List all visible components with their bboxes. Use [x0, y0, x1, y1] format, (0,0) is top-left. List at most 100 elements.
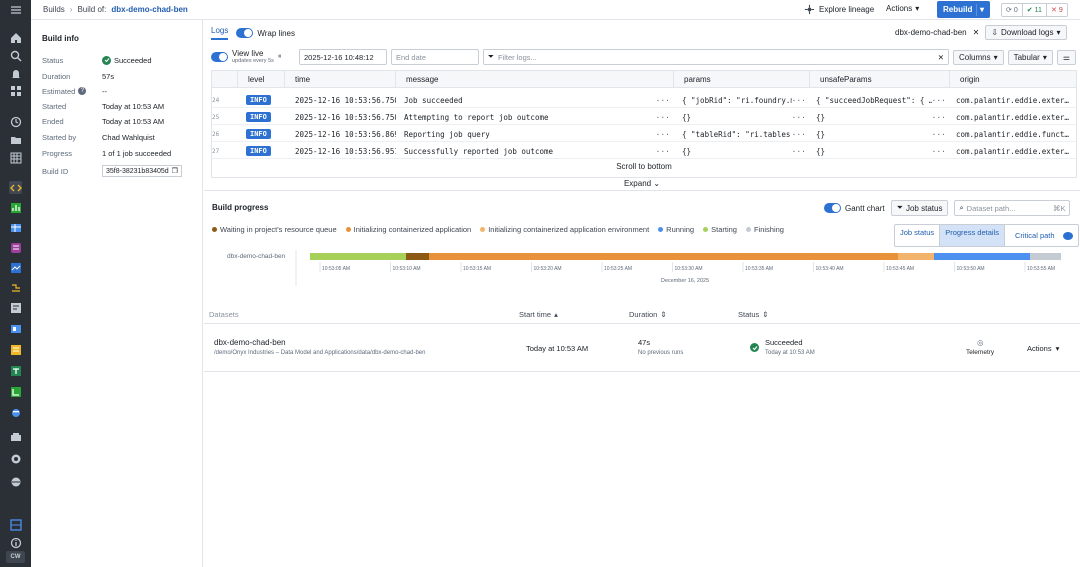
home-icon[interactable]: [9, 31, 22, 44]
build-id-field[interactable]: 35f8-38231b83405d ❐: [102, 165, 182, 177]
toggle-switch[interactable]: [211, 52, 228, 62]
notifications-icon[interactable]: [9, 67, 22, 80]
wrap-lines-toggle[interactable]: Wrap lines: [236, 28, 295, 38]
col-header-status[interactable]: Status ⇕: [738, 310, 769, 319]
col-header-message[interactable]: message: [396, 71, 674, 88]
table-icon[interactable]: [9, 221, 22, 234]
close-icon[interactable]: ✕: [973, 28, 980, 37]
search-icon[interactable]: [9, 49, 22, 62]
panel-icon[interactable]: [9, 518, 22, 531]
gantt-segment-finishing[interactable]: [1030, 253, 1061, 260]
breadcrumb-builds[interactable]: Builds: [43, 5, 65, 14]
col-header-params[interactable]: params: [674, 71, 810, 88]
globe-icon[interactable]: [9, 475, 22, 488]
job-status-filter-button[interactable]: ⏷ Job status: [890, 200, 949, 216]
tabular-button[interactable]: Tabular ▾: [1007, 49, 1053, 65]
transform-icon[interactable]: [9, 364, 22, 377]
telemetry-icon[interactable]: ◎: [977, 338, 984, 347]
tab-logs[interactable]: Logs: [211, 26, 229, 40]
gantt-chart-toggle[interactable]: Gantt chart: [824, 203, 885, 213]
telemetry-label[interactable]: Telemetry: [966, 349, 994, 356]
pause-icon[interactable]: ⏸: [278, 53, 282, 61]
more-icon[interactable]: ···: [792, 147, 810, 156]
more-icon[interactable]: ···: [792, 96, 810, 105]
job-counts[interactable]: ⟳ 0 ✔ 11 ✕ 9: [1001, 3, 1068, 17]
layout-icon[interactable]: [9, 452, 22, 465]
filter-logs-input[interactable]: ⏷ Filter logs... ✕: [483, 49, 949, 65]
more-icon[interactable]: ···: [932, 130, 950, 139]
toggle-switch[interactable]: [236, 28, 254, 38]
tab-job-status[interactable]: Job status: [895, 225, 939, 246]
monitor-icon[interactable]: [9, 261, 22, 274]
history-icon[interactable]: [9, 115, 22, 128]
col-header-unsafe-params[interactable]: unsafeParams: [810, 71, 950, 88]
start-date-input[interactable]: 2025-12-16 10:48:12: [299, 49, 387, 65]
gantt-segment-init-app[interactable]: [429, 253, 898, 260]
more-icon[interactable]: ···: [656, 147, 674, 156]
gantt-segment-starting[interactable]: [310, 253, 406, 260]
info-value[interactable]: Chad Wahlquist: [102, 133, 155, 142]
help-icon[interactable]: [9, 430, 22, 443]
breadcrumb-current[interactable]: dbx-demo-chad-ben: [111, 5, 187, 14]
chevron-down-icon[interactable]: ▾: [980, 5, 984, 14]
col-header-start-time[interactable]: Start time ▴: [519, 310, 558, 319]
expand-button[interactable]: Expand ⌄: [204, 177, 1080, 191]
gantt-segment-running[interactable]: [934, 253, 1030, 260]
dataset-path-input[interactable]: ⌕ Dataset path... ⌘K: [954, 200, 1071, 216]
code-icon[interactable]: [9, 181, 22, 194]
help-icon[interactable]: ?: [78, 87, 87, 95]
clear-icon[interactable]: ✕: [938, 53, 944, 62]
gantt-segment-waiting[interactable]: [406, 253, 429, 260]
dataset-name[interactable]: dbx-demo-chad-ben: [214, 338, 286, 347]
more-icon[interactable]: ···: [932, 113, 950, 122]
toggle-switch[interactable]: [824, 203, 841, 213]
more-icon[interactable]: ···: [932, 147, 950, 156]
tab-progress-details[interactable]: Progress details: [939, 225, 1005, 246]
avatar[interactable]: CW: [6, 551, 25, 563]
download-logs-button[interactable]: ⇩ Download logs ▾: [985, 25, 1067, 40]
log-row[interactable]: 26 INFO 2025-12-16 10:53:56.869 Reporting j…: [212, 126, 1076, 142]
info-icon[interactable]: [9, 536, 22, 549]
chart-icon[interactable]: [9, 201, 22, 214]
end-date-input[interactable]: End date: [391, 49, 479, 65]
tab-critical-path[interactable]: Critical path i: [1005, 225, 1078, 246]
notebook-icon[interactable]: [9, 343, 22, 356]
more-icon[interactable]: ···: [792, 113, 810, 122]
col-header-level[interactable]: level: [238, 71, 285, 88]
columns-button[interactable]: Columns ▾: [953, 49, 1004, 65]
col-header-origin[interactable]: origin: [950, 71, 1076, 88]
gantt-tick-label: 10:53:10 AM: [393, 266, 421, 272]
log-row[interactable]: 25 INFO 2025-12-16 10:53:56.750 Attempting …: [212, 109, 1076, 125]
more-icon[interactable]: ···: [792, 130, 810, 139]
gantt-segment-init-env[interactable]: [898, 253, 934, 260]
folder-icon[interactable]: [9, 133, 22, 146]
pipeline-icon[interactable]: [9, 281, 22, 294]
explore-lineage-button[interactable]: Explore lineage: [804, 4, 874, 15]
col-header-time[interactable]: time: [285, 71, 396, 88]
copy-icon[interactable]: ❐: [172, 167, 178, 175]
workflow-icon[interactable]: [9, 385, 22, 398]
object-icon[interactable]: [9, 301, 22, 314]
view-live-toggle[interactable]: View live updates every 5s ⏸: [211, 50, 295, 64]
grid-icon[interactable]: [9, 151, 22, 164]
info-icon[interactable]: i: [1062, 231, 1073, 240]
col-header-duration[interactable]: Duration ⇕: [629, 310, 667, 319]
dashboard-icon[interactable]: [9, 322, 22, 335]
ontology-icon[interactable]: [9, 241, 22, 254]
settings-icon[interactable]: [9, 406, 22, 419]
log-row[interactable]: 27 INFO 2025-12-16 10:53:56.951 Successfull…: [212, 143, 1076, 159]
menu-icon[interactable]: [9, 3, 22, 16]
more-icon[interactable]: ···: [656, 96, 674, 105]
more-icon[interactable]: ···: [656, 130, 674, 139]
rebuild-button[interactable]: Rebuild ▾: [937, 1, 990, 18]
settings-sliders-button[interactable]: ⚌: [1056, 49, 1077, 65]
actions-menu-button[interactable]: Actions ▾: [886, 4, 919, 13]
dataset-actions-button[interactable]: Actions ▾: [1027, 344, 1059, 353]
log-row[interactable]: 24 INFO 2025-12-16 10:53:56.750 Job succeed…: [212, 92, 1076, 108]
left-rail: CW: [0, 0, 31, 567]
legend-dot-icon: [703, 227, 709, 232]
more-icon[interactable]: ···: [656, 113, 674, 122]
scroll-to-bottom-button[interactable]: Scroll to bottom: [212, 159, 1076, 175]
apps-icon[interactable]: [9, 84, 22, 97]
more-icon[interactable]: ···: [932, 96, 950, 105]
